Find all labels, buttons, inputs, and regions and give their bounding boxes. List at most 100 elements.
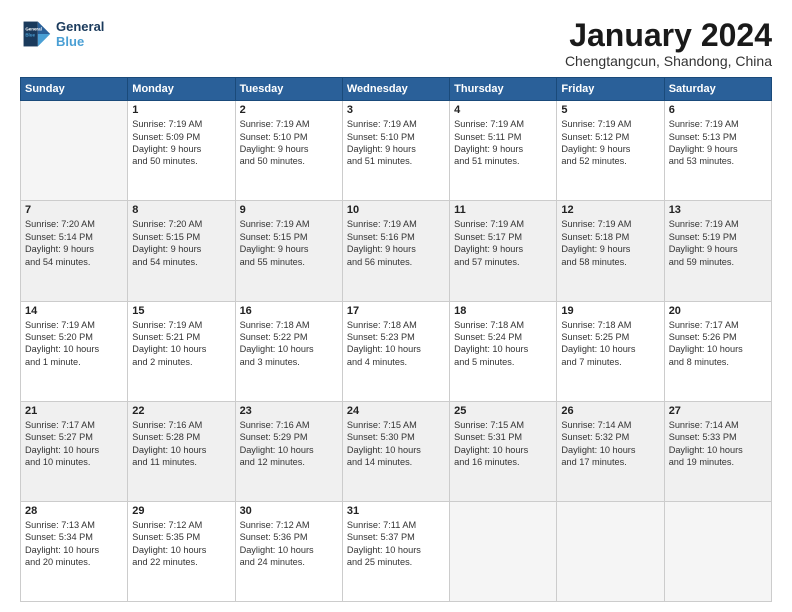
day-number: 12 (561, 204, 659, 216)
calendar-cell: 28 Sunrise: 7:13 AM Sunset: 5:34 PM Dayli… (21, 501, 128, 601)
calendar-header-monday: Monday (128, 78, 235, 101)
day-number: 25 (454, 405, 552, 417)
calendar-cell: 31 Sunrise: 7:11 AM Sunset: 5:37 PM Dayli… (342, 501, 449, 601)
day-number: 5 (561, 104, 659, 116)
day-number: 4 (454, 104, 552, 116)
day-number: 23 (240, 405, 338, 417)
calendar-cell: 11 Sunrise: 7:19 AM Sunset: 5:17 PM Dayli… (450, 201, 557, 301)
month-title: January 2024 (565, 18, 772, 53)
day-number: 31 (347, 505, 445, 517)
day-info: Sunrise: 7:19 AM Sunset: 5:15 PM Dayligh… (240, 218, 338, 268)
calendar-header-tuesday: Tuesday (235, 78, 342, 101)
day-number: 30 (240, 505, 338, 517)
day-number: 13 (669, 204, 767, 216)
calendar-cell: 17 Sunrise: 7:18 AM Sunset: 5:23 PM Dayli… (342, 301, 449, 401)
day-number: 26 (561, 405, 659, 417)
calendar-cell: 23 Sunrise: 7:16 AM Sunset: 5:29 PM Dayli… (235, 401, 342, 501)
calendar-cell (557, 501, 664, 601)
calendar-header-row: SundayMondayTuesdayWednesdayThursdayFrid… (21, 78, 772, 101)
calendar-cell: 18 Sunrise: 7:18 AM Sunset: 5:24 PM Dayli… (450, 301, 557, 401)
calendar-cell: 27 Sunrise: 7:14 AM Sunset: 5:33 PM Dayli… (664, 401, 771, 501)
day-number: 27 (669, 405, 767, 417)
day-number: 14 (25, 305, 123, 317)
calendar-cell: 3 Sunrise: 7:19 AM Sunset: 5:10 PM Daylig… (342, 101, 449, 201)
calendar-cell: 12 Sunrise: 7:19 AM Sunset: 5:18 PM Dayli… (557, 201, 664, 301)
day-info: Sunrise: 7:19 AM Sunset: 5:10 PM Dayligh… (240, 118, 338, 168)
svg-text:General: General (25, 26, 42, 31)
calendar-cell: 8 Sunrise: 7:20 AM Sunset: 5:15 PM Daylig… (128, 201, 235, 301)
day-number: 17 (347, 305, 445, 317)
calendar-table: SundayMondayTuesdayWednesdayThursdayFrid… (20, 77, 772, 602)
day-info: Sunrise: 7:19 AM Sunset: 5:13 PM Dayligh… (669, 118, 767, 168)
day-info: Sunrise: 7:19 AM Sunset: 5:11 PM Dayligh… (454, 118, 552, 168)
calendar-cell: 1 Sunrise: 7:19 AM Sunset: 5:09 PM Daylig… (128, 101, 235, 201)
day-number: 1 (132, 104, 230, 116)
day-info: Sunrise: 7:17 AM Sunset: 5:27 PM Dayligh… (25, 419, 123, 469)
logo-text: General Blue (56, 19, 104, 49)
day-number: 28 (25, 505, 123, 517)
calendar-week-row: 21 Sunrise: 7:17 AM Sunset: 5:27 PM Dayli… (21, 401, 772, 501)
day-info: Sunrise: 7:16 AM Sunset: 5:28 PM Dayligh… (132, 419, 230, 469)
day-number: 3 (347, 104, 445, 116)
header: General Blue General Blue January 2024 C… (20, 18, 772, 69)
calendar-cell: 5 Sunrise: 7:19 AM Sunset: 5:12 PM Daylig… (557, 101, 664, 201)
day-info: Sunrise: 7:14 AM Sunset: 5:33 PM Dayligh… (669, 419, 767, 469)
calendar-cell: 2 Sunrise: 7:19 AM Sunset: 5:10 PM Daylig… (235, 101, 342, 201)
calendar-cell: 16Sunrise: 7:18 AM Sunset: 5:22 PM Dayli… (235, 301, 342, 401)
day-number: 2 (240, 104, 338, 116)
day-info: Sunrise: 7:11 AM Sunset: 5:37 PM Dayligh… (347, 519, 445, 569)
calendar-cell (450, 501, 557, 601)
day-info: Sunrise: 7:16 AM Sunset: 5:29 PM Dayligh… (240, 419, 338, 469)
day-info: Sunrise: 7:19 AM Sunset: 5:10 PM Dayligh… (347, 118, 445, 168)
day-info: Sunrise: 7:19 AM Sunset: 5:19 PM Dayligh… (669, 218, 767, 268)
calendar-cell: 26Sunrise: 7:14 AM Sunset: 5:32 PM Dayli… (557, 401, 664, 501)
calendar-cell: 6 Sunrise: 7:19 AM Sunset: 5:13 PM Daylig… (664, 101, 771, 201)
calendar-cell: 10Sunrise: 7:19 AM Sunset: 5:16 PM Dayli… (342, 201, 449, 301)
day-info: Sunrise: 7:20 AM Sunset: 5:15 PM Dayligh… (132, 218, 230, 268)
day-info: Sunrise: 7:13 AM Sunset: 5:34 PM Dayligh… (25, 519, 123, 569)
day-info: Sunrise: 7:19 AM Sunset: 5:20 PM Dayligh… (25, 319, 123, 369)
calendar-cell: 21 Sunrise: 7:17 AM Sunset: 5:27 PM Dayli… (21, 401, 128, 501)
day-info: Sunrise: 7:12 AM Sunset: 5:35 PM Dayligh… (132, 519, 230, 569)
day-info: Sunrise: 7:19 AM Sunset: 5:16 PM Dayligh… (347, 218, 445, 268)
day-number: 29 (132, 505, 230, 517)
day-number: 11 (454, 204, 552, 216)
day-info: Sunrise: 7:12 AM Sunset: 5:36 PM Dayligh… (240, 519, 338, 569)
day-info: Sunrise: 7:18 AM Sunset: 5:23 PM Dayligh… (347, 319, 445, 369)
day-number: 15 (132, 305, 230, 317)
day-info: Sunrise: 7:19 AM Sunset: 5:17 PM Dayligh… (454, 218, 552, 268)
calendar-week-row: 28 Sunrise: 7:13 AM Sunset: 5:34 PM Dayli… (21, 501, 772, 601)
day-info: Sunrise: 7:17 AM Sunset: 5:26 PM Dayligh… (669, 319, 767, 369)
calendar-cell: 9 Sunrise: 7:19 AM Sunset: 5:15 PM Daylig… (235, 201, 342, 301)
day-info: Sunrise: 7:15 AM Sunset: 5:30 PM Dayligh… (347, 419, 445, 469)
day-number: 8 (132, 204, 230, 216)
day-info: Sunrise: 7:19 AM Sunset: 5:12 PM Dayligh… (561, 118, 659, 168)
calendar-week-row: 1 Sunrise: 7:19 AM Sunset: 5:09 PM Daylig… (21, 101, 772, 201)
calendar-cell (664, 501, 771, 601)
day-number: 18 (454, 305, 552, 317)
day-number: 21 (25, 405, 123, 417)
calendar-cell: 20 Sunrise: 7:17 AM Sunset: 5:26 PM Dayli… (664, 301, 771, 401)
day-number: 20 (669, 305, 767, 317)
day-number: 9 (240, 204, 338, 216)
calendar-week-row: 14 Sunrise: 7:19 AM Sunset: 5:20 PM Dayli… (21, 301, 772, 401)
day-number: 22 (132, 405, 230, 417)
day-info: Sunrise: 7:19 AM Sunset: 5:09 PM Dayligh… (132, 118, 230, 168)
day-info: Sunrise: 7:18 AM Sunset: 5:24 PM Dayligh… (454, 319, 552, 369)
day-info: Sunrise: 7:20 AM Sunset: 5:14 PM Dayligh… (25, 218, 123, 268)
calendar-cell (21, 101, 128, 201)
calendar-cell: 19Sunrise: 7:18 AM Sunset: 5:25 PM Dayli… (557, 301, 664, 401)
day-info: Sunrise: 7:15 AM Sunset: 5:31 PM Dayligh… (454, 419, 552, 469)
calendar-header-wednesday: Wednesday (342, 78, 449, 101)
calendar-cell: 24Sunrise: 7:15 AM Sunset: 5:30 PM Dayli… (342, 401, 449, 501)
calendar-cell: 22 Sunrise: 7:16 AM Sunset: 5:28 PM Dayli… (128, 401, 235, 501)
calendar-week-row: 7Sunrise: 7:20 AM Sunset: 5:14 PM Daylig… (21, 201, 772, 301)
calendar-header-saturday: Saturday (664, 78, 771, 101)
title-block: January 2024 Chengtangcun, Shandong, Chi… (565, 18, 772, 69)
day-number: 6 (669, 104, 767, 116)
logo-icon: General Blue (20, 18, 52, 50)
calendar-cell: 25 Sunrise: 7:15 AM Sunset: 5:31 PM Dayli… (450, 401, 557, 501)
calendar-cell: 4 Sunrise: 7:19 AM Sunset: 5:11 PM Daylig… (450, 101, 557, 201)
day-info: Sunrise: 7:19 AM Sunset: 5:21 PM Dayligh… (132, 319, 230, 369)
day-info: Sunrise: 7:19 AM Sunset: 5:18 PM Dayligh… (561, 218, 659, 268)
